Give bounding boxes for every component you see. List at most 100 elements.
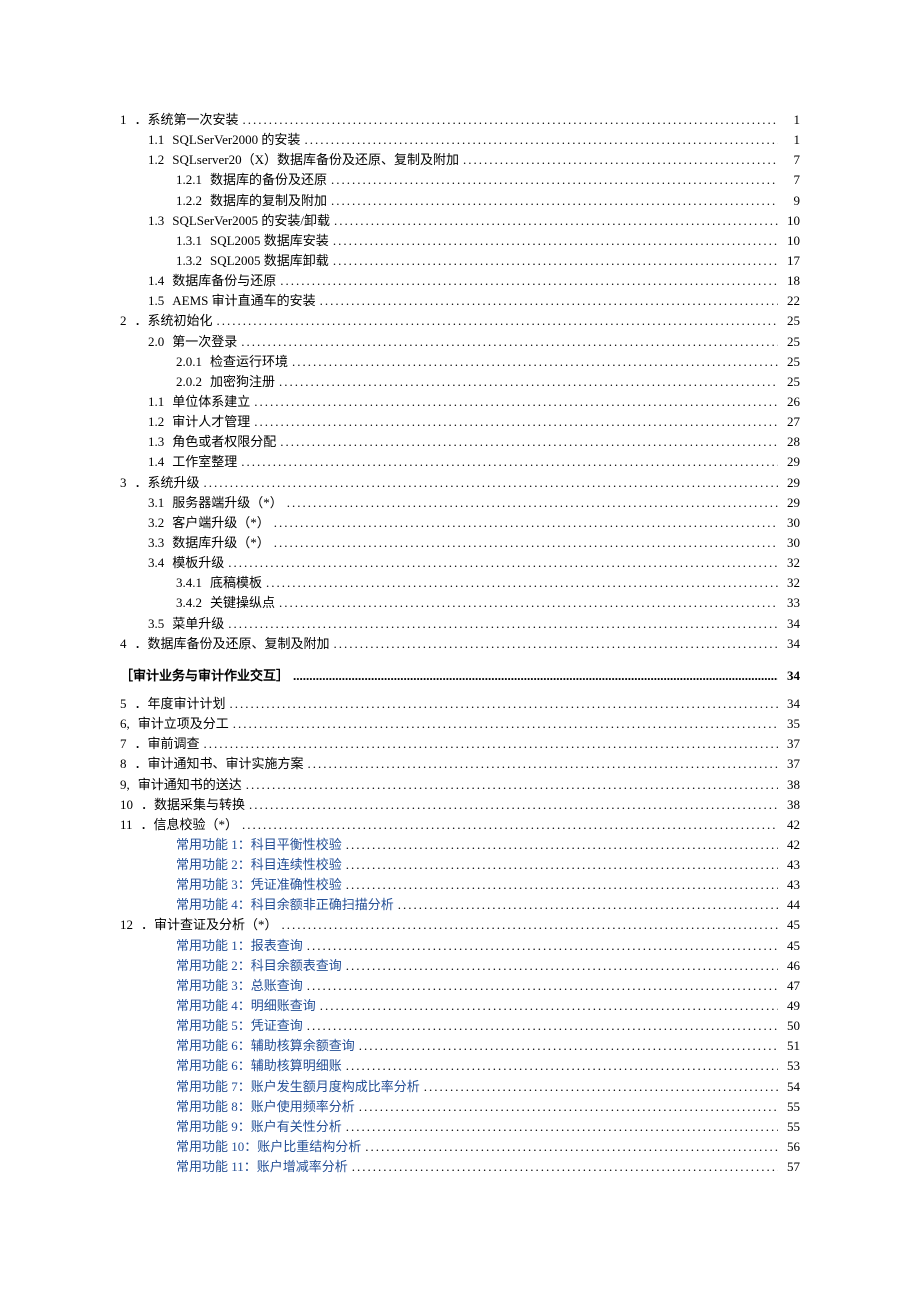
toc-leader-dots	[330, 634, 778, 654]
toc-number: 1.2	[148, 412, 172, 432]
toc-block-1: 1．系统第一次安装11.1SQLSerVer2000 的安装11.2SQLser…	[120, 110, 800, 654]
section-heading-page: 34	[778, 666, 800, 686]
toc-page-number: 45	[778, 915, 800, 935]
toc-page-number: 49	[778, 996, 800, 1016]
toc-label: 常用功能 1：科目平衡性校验	[176, 835, 342, 855]
toc-leader-dots	[283, 493, 778, 513]
toc-number: 1.3.2	[176, 251, 210, 271]
toc-number: 1.1	[148, 392, 172, 412]
toc-row: 4．数据库备份及还原、复制及附加34	[120, 634, 800, 654]
toc-label: 服务器端升级（*）	[172, 493, 283, 513]
toc-leader-dots	[459, 150, 778, 170]
toc-row: 3．系统升级29	[120, 473, 800, 493]
toc-row: 1.3角色或者权限分配28	[120, 432, 800, 452]
toc-row: 2.0.2加密狗注册25	[120, 372, 800, 392]
toc-page-number: 30	[778, 533, 800, 553]
toc-number: 3.4	[148, 553, 172, 573]
toc-label: 常用功能 5：凭证查询	[176, 1016, 303, 1036]
toc-label: 关键操纵点	[210, 593, 275, 613]
toc-page-number: 35	[778, 714, 800, 734]
toc-leader-dots	[226, 694, 778, 714]
toc-number: 3.2	[148, 513, 172, 533]
toc-page-number: 38	[778, 775, 800, 795]
toc-page-number: 7	[778, 170, 800, 190]
toc-label: 审计通知书的送达	[138, 775, 242, 795]
toc-leader-dots	[330, 211, 778, 231]
toc-leader-dots	[329, 231, 778, 251]
toc-page-number: 42	[778, 835, 800, 855]
toc-page-number: 33	[778, 593, 800, 613]
toc-leader-dots	[300, 130, 778, 150]
toc-label: 常用功能 9：账户有关性分析	[176, 1117, 342, 1137]
toc-number: 2.0	[148, 332, 172, 352]
toc-leader-dots	[342, 835, 778, 855]
toc-row: 2.0第一次登录25	[120, 332, 800, 352]
toc-leader-dots	[224, 553, 778, 573]
toc-row: 3.4模板升级32	[120, 553, 800, 573]
toc-page-number: 1	[778, 130, 800, 150]
toc-leader-dots	[348, 1157, 778, 1177]
toc-number: 1.3	[148, 211, 172, 231]
toc-number: 2	[120, 311, 135, 331]
toc-label: ．系统初始化	[135, 311, 213, 331]
toc-leader-dots	[200, 473, 778, 493]
toc-number: 3.5	[148, 614, 172, 634]
toc-leader-dots	[342, 1056, 778, 1076]
toc-number: 1.1	[148, 130, 172, 150]
toc-label: 常用功能 3：总账查询	[176, 976, 303, 996]
toc-leader-dots	[316, 996, 778, 1016]
toc-page-number: 7	[778, 150, 800, 170]
toc-page-number: 34	[778, 634, 800, 654]
toc-row: 1.2.1数据库的备份及还原7	[120, 170, 800, 190]
toc-page-number: 10	[778, 211, 800, 231]
toc-row: 7．审前调查37	[120, 734, 800, 754]
toc-number: 3.4.2	[176, 593, 210, 613]
toc-row: 常用功能 2：科目余额表查询46	[120, 956, 800, 976]
toc-label: 常用功能 4：科目余额非正确扫描分析	[176, 895, 394, 915]
toc-row: 1.1单位体系建立26	[120, 392, 800, 412]
toc-leader-dots	[303, 1016, 778, 1036]
toc-leader-dots	[229, 714, 778, 734]
toc-label: 审计立项及分工	[138, 714, 229, 734]
toc-number: 3	[120, 473, 135, 493]
toc-number: 3.1	[148, 493, 172, 513]
toc-row: 常用功能 5：凭证查询50	[120, 1016, 800, 1036]
toc-label: ．审计查证及分析（*）	[141, 915, 278, 935]
toc-row: 常用功能 3：凭证准确性校验43	[120, 875, 800, 895]
toc-label: 数据库的复制及附加	[210, 191, 327, 211]
toc-page-number: 22	[778, 291, 800, 311]
toc-row: 3.4.2关键操纵点 33	[120, 593, 800, 613]
toc-label: 常用功能 3：凭证准确性校验	[176, 875, 342, 895]
toc-row: 5．年度审计计划34	[120, 694, 800, 714]
toc-page-number: 25	[778, 332, 800, 352]
toc-leader-dots	[327, 191, 778, 211]
toc-page-number: 57	[778, 1157, 800, 1177]
toc-row: 常用功能 4：明细账查询49	[120, 996, 800, 1016]
toc-row: 2．系统初始化25	[120, 311, 800, 331]
toc-row: 12．审计查证及分析（*）45	[120, 915, 800, 935]
toc-label: ．系统升级	[135, 473, 200, 493]
toc-page-number: 47	[778, 976, 800, 996]
toc-label: 底稿模板	[210, 573, 262, 593]
toc-row: 3.5菜单升级34	[120, 614, 800, 634]
toc-page-number: 30	[778, 513, 800, 533]
toc-row: 常用功能 1：科目平衡性校验 42	[120, 835, 800, 855]
toc-leader-dots	[276, 432, 778, 452]
toc-number: 7	[120, 734, 135, 754]
toc-leader-dots	[303, 936, 778, 956]
toc-row: 常用功能 6：辅助核算明细账53	[120, 1056, 800, 1076]
toc-label: 常用功能 8：账户使用频率分析	[176, 1097, 355, 1117]
toc-label: 数据库升级（*）	[172, 533, 270, 553]
toc-number: 4	[120, 634, 135, 654]
toc-page-number: 56	[778, 1137, 800, 1157]
toc-leader-dots	[200, 734, 778, 754]
toc-page-number: 53	[778, 1056, 800, 1076]
toc-page-number: 25	[778, 352, 800, 372]
toc-page-number: 1	[778, 110, 800, 130]
toc-page-number: 27	[778, 412, 800, 432]
toc-leader-dots	[342, 875, 778, 895]
toc-page-number: 46	[778, 956, 800, 976]
toc-number: 8	[120, 754, 135, 774]
toc-row: 常用功能 9：账户有关性分析55	[120, 1117, 800, 1137]
toc-leader-dots	[329, 251, 778, 271]
